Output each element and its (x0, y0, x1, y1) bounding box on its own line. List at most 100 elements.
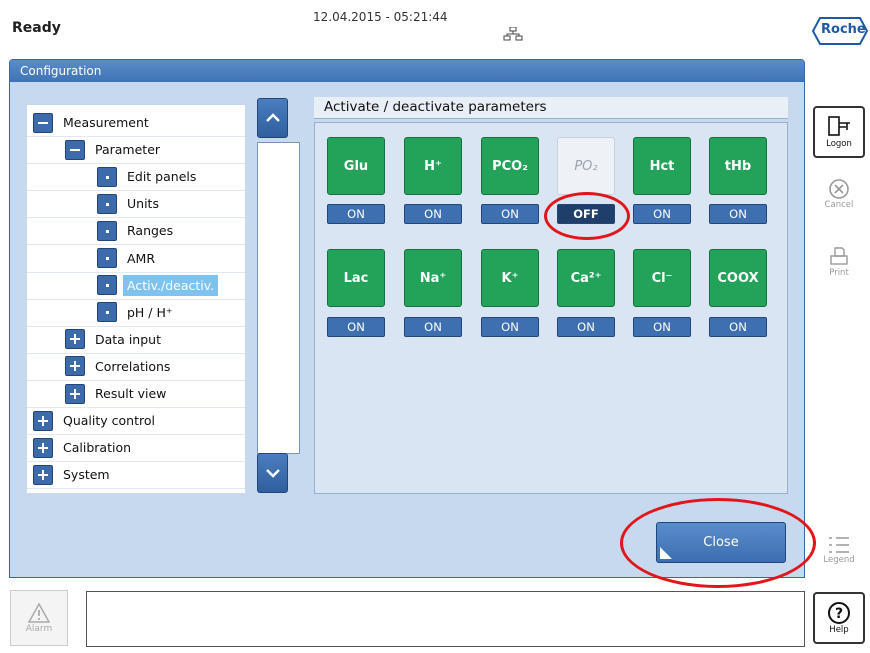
tree-item-label: System (63, 467, 110, 483)
parameter-toggle-button[interactable]: ON (327, 204, 385, 224)
expand-icon[interactable] (33, 437, 53, 458)
logo-text: Roche (821, 22, 866, 37)
print-label: Print (829, 268, 849, 278)
tree-item[interactable]: Ranges (97, 217, 177, 244)
parameter-toggle-button[interactable]: ON (327, 317, 385, 337)
tree-item[interactable]: Units (97, 190, 163, 217)
tree-item-label: AMR (127, 250, 156, 266)
scrollbar-track[interactable] (257, 142, 300, 454)
parameter-tile[interactable]: Hct (633, 137, 691, 195)
help-question-icon: ? (828, 602, 850, 624)
logon-button[interactable]: Logon (813, 106, 865, 158)
svg-text:?: ? (835, 606, 843, 622)
help-button[interactable]: ? Help (813, 592, 865, 644)
parameter-tile[interactable]: Ca²⁺ (557, 249, 615, 307)
tree-item[interactable]: Data input (65, 326, 165, 353)
tree-item[interactable]: Edit panels (97, 163, 200, 190)
print-button[interactable]: Print (813, 236, 865, 288)
parameter-tile[interactable]: K⁺ (481, 249, 539, 307)
key-card-icon (828, 116, 850, 136)
message-box (86, 591, 805, 647)
parameter-toggle-button[interactable]: ON (481, 317, 539, 337)
logon-label: Logon (826, 139, 852, 149)
parameter-tile[interactable]: H⁺ (404, 137, 462, 195)
parameter-toggle-button[interactable]: ON (404, 204, 462, 224)
cancel-label: Cancel (824, 200, 854, 210)
cancel-button[interactable]: Cancel (813, 168, 865, 220)
tree-item[interactable]: Parameter (65, 136, 164, 163)
legend-button[interactable]: Legend (813, 524, 865, 576)
tree-item-label: Edit panels (127, 169, 197, 185)
tree-item-label: Activ./deactiv. (123, 274, 219, 296)
parameter-tile[interactable]: Glu (327, 137, 385, 195)
expand-icon[interactable] (65, 383, 85, 404)
list-icon (829, 537, 849, 553)
collapse-icon[interactable] (33, 112, 53, 133)
parameter-tile[interactable]: tHb (709, 137, 767, 195)
tree-item-label: Parameter (95, 142, 161, 158)
tree-item[interactable]: Result view (65, 380, 170, 407)
parameter-toggle-button[interactable]: ON (557, 317, 615, 337)
expand-icon[interactable] (65, 329, 85, 350)
scroll-down-button[interactable] (257, 453, 288, 493)
parameter-toggle-button[interactable]: ON (481, 204, 539, 224)
parameter-tile[interactable]: COOX (709, 249, 767, 307)
parameter-panel: Glu ON H⁺ ON PCO₂ ON PO₂ OFF Hct ON tHb ON Lac ON Na⁺ O… (314, 122, 788, 494)
tree-item[interactable]: AMR (97, 245, 159, 272)
tree-item[interactable]: System (33, 461, 114, 488)
tree-item[interactable]: Activ./deactiv. (97, 272, 219, 299)
parameter-tile[interactable]: Lac (327, 249, 385, 307)
parameter-tile[interactable]: PO₂ (557, 137, 615, 195)
leaf-bullet-icon[interactable] (97, 193, 117, 214)
panel-heading: Activate / deactivate parameters (314, 97, 788, 119)
tree-item[interactable]: pH / H⁺ (97, 299, 177, 326)
chevron-up-icon (265, 113, 280, 122)
tree-item-label: Result view (95, 386, 167, 401)
datetime: 12.04.2015 - 05:21:44 (313, 10, 448, 24)
cancel-x-icon (829, 179, 849, 199)
parameter-toggle-button[interactable]: ON (633, 317, 691, 337)
tree-item-label: Data input (95, 331, 161, 347)
tree-item-label: Units (127, 196, 159, 212)
configuration-tree: Measurement Parameter Edit panels Units Rang… (27, 105, 245, 493)
tree-item-label: Measurement (63, 115, 149, 130)
legend-label: Legend (823, 555, 855, 565)
leaf-bullet-icon[interactable] (97, 302, 117, 323)
tree-item-label: Correlations (95, 358, 171, 374)
leaf-bullet-icon[interactable] (97, 166, 117, 187)
highlight-ring-po2 (544, 192, 630, 240)
tree-item[interactable]: Calibration (33, 434, 135, 461)
parameter-tile[interactable]: Cl⁻ (633, 249, 691, 307)
tree-item[interactable]: Measurement (33, 109, 153, 136)
chevron-down-icon (265, 469, 280, 478)
tree-item[interactable]: Correlations (65, 353, 174, 380)
leaf-bullet-icon[interactable] (97, 248, 117, 268)
leaf-bullet-icon[interactable] (97, 220, 117, 241)
tree-item-label: pH / H⁺ (127, 304, 173, 320)
expand-icon[interactable] (33, 464, 53, 485)
tree-item[interactable]: Quality control (33, 407, 159, 434)
parameter-tile[interactable]: Na⁺ (404, 249, 462, 307)
highlight-ring-close (620, 498, 816, 588)
parameter-tile[interactable]: PCO₂ (481, 137, 539, 195)
roche-logo: Roche (811, 16, 869, 46)
alarm-button[interactable]: Alarm (10, 590, 68, 646)
expand-icon[interactable] (33, 410, 53, 431)
status-text: Ready (12, 20, 61, 36)
tree-item-label: Ranges (127, 223, 174, 239)
leaf-bullet-icon[interactable] (97, 275, 117, 296)
parameter-toggle-button[interactable]: ON (709, 317, 767, 337)
alarm-label: Alarm (25, 624, 53, 634)
scroll-up-button[interactable] (257, 98, 288, 138)
warning-triangle-icon (27, 602, 51, 623)
expand-icon[interactable] (65, 356, 85, 377)
collapse-icon[interactable] (65, 139, 85, 160)
parameter-toggle-button[interactable]: ON (633, 204, 691, 224)
parameter-toggle-button[interactable]: ON (709, 204, 767, 224)
printer-icon (830, 247, 848, 265)
tree-row-divider (27, 488, 245, 490)
parameter-toggle-button[interactable]: ON (404, 317, 462, 337)
help-label: Help (829, 625, 849, 635)
network-icon (503, 26, 523, 45)
window-title: Configuration (10, 60, 804, 82)
